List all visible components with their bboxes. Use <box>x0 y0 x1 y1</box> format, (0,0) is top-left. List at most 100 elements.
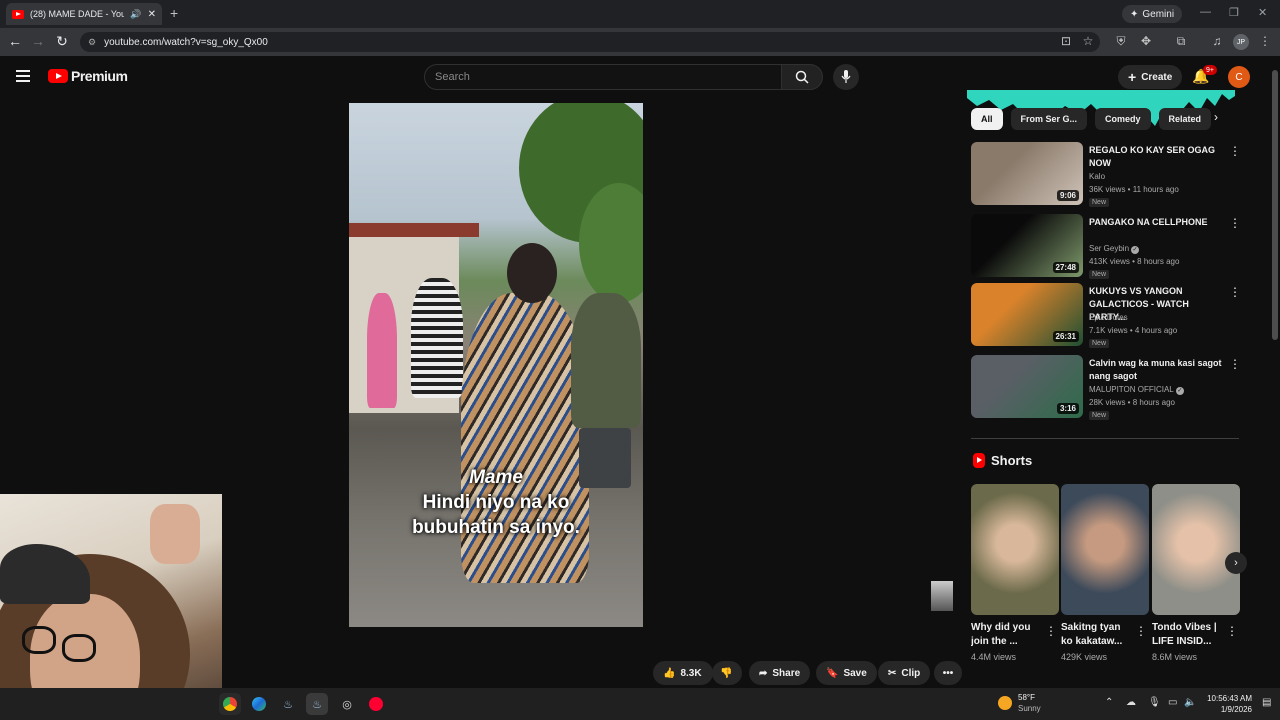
onedrive-cloud-icon[interactable]: ☁ <box>1126 697 1136 708</box>
dislike-button[interactable]: 👎 <box>712 661 742 685</box>
microphone-tray-icon[interactable]: 🎙 <box>1148 697 1161 708</box>
address-bar[interactable]: ⚙ youtube.com/watch?v=sg_oky_Qx00 <box>80 32 1100 52</box>
video-thumbnail[interactable]: 26:31 <box>971 283 1083 346</box>
more-vertical-icon[interactable]: ⋮ <box>1229 144 1241 158</box>
webcam-glasses-right <box>62 634 96 662</box>
shield-extension-icon[interactable]: ⛨ <box>1113 34 1129 49</box>
search-button[interactable] <box>781 64 823 90</box>
tray-overflow-icon[interactable]: ⌃ <box>1105 697 1113 708</box>
close-tab-icon[interactable]: ✕ <box>148 9 156 20</box>
video-channel[interactable]: Ser Geybin ✓ <box>1089 244 1140 254</box>
more-vertical-icon[interactable]: ⋮ <box>1045 624 1057 638</box>
forward-icon[interactable]: → <box>29 33 47 49</box>
notification-center-icon[interactable]: ▤ <box>1262 697 1271 708</box>
plus-icon: + <box>1128 69 1137 85</box>
video-title[interactable]: PANGAKO NA CELLPHONE <box>1089 216 1227 229</box>
system-clock[interactable]: 10:56:43 AM 1/9/2026 <box>1200 693 1252 715</box>
like-button[interactable]: 👍 8.3K <box>653 661 713 685</box>
short-card[interactable]: Why did you join the ... 4.4M views ⋮ <box>971 484 1059 662</box>
page-scrollbar[interactable] <box>1270 58 1280 688</box>
browser-tab[interactable]: (28) MAME DADE - YouTube 🔊 ✕ <box>6 3 162 25</box>
tab-search-icon[interactable]: ⧉ <box>1173 34 1189 49</box>
chrome-app-icon[interactable] <box>219 693 241 715</box>
short-thumbnail[interactable] <box>971 484 1059 615</box>
channel-thumbnail[interactable] <box>931 581 953 611</box>
related-video[interactable]: 27:48 PANGAKO NA CELLPHONE Ser Geybin ✓ 4… <box>971 214 1241 279</box>
chip-from-channel[interactable]: From Ser G... <box>1010 108 1088 130</box>
video-channel[interactable]: Epic Dotes <box>1089 313 1128 322</box>
share-arrow-icon: ➦ <box>759 667 768 679</box>
reload-icon[interactable]: ↻ <box>53 33 71 50</box>
short-views: 4.4M views <box>971 652 1017 662</box>
account-avatar[interactable]: C <box>1228 66 1250 88</box>
more-vertical-icon[interactable]: ⋮ <box>1135 624 1147 638</box>
browser-menu-icon[interactable]: ⋮ <box>1257 34 1273 48</box>
video-player[interactable]: Mame Hindi niyo na ko bubuhatin sa inyo. <box>349 103 643 627</box>
caption-line: Hindi niyo na ko <box>422 492 570 513</box>
youtube-premium-logo[interactable]: Premium <box>48 68 128 84</box>
video-title[interactable]: Calvin wag ka muna kasi sagot nang sagot <box>1089 357 1227 383</box>
extensions-puzzle-icon[interactable]: ✥ <box>1138 34 1154 48</box>
more-vertical-icon[interactable]: ⋮ <box>1226 624 1238 638</box>
video-title[interactable]: REGALO KO KAY SER OGAG NOW <box>1089 144 1227 170</box>
gemini-button[interactable]: ✦ Gemini <box>1122 5 1183 23</box>
close-window-icon[interactable]: ✕ <box>1258 6 1267 19</box>
search-input[interactable]: Search <box>424 64 782 90</box>
chevron-right-icon[interactable]: › <box>1214 110 1218 124</box>
install-app-icon[interactable]: ⊡ <box>1058 34 1074 48</box>
new-tab-button[interactable]: + <box>170 5 178 21</box>
short-thumbnail[interactable] <box>1061 484 1149 615</box>
short-title[interactable]: Tondo Vibes | LIFE INSID... <box>1152 621 1222 649</box>
short-thumbnail[interactable] <box>1152 484 1240 615</box>
save-button[interactable]: 🔖 Save <box>816 661 877 685</box>
voice-search-button[interactable] <box>833 64 859 90</box>
related-video[interactable]: 9:06 REGALO KO KAY SER OGAG NOW Kalo 36K… <box>971 142 1241 207</box>
short-title[interactable]: Why did you join the ... <box>971 621 1041 649</box>
url-text: youtube.com/watch?v=sg_oky_Qx00 <box>104 36 268 48</box>
steam-app-icon[interactable]: ♨ <box>277 693 299 715</box>
browser-toolbar: ← → ↻ ⚙ youtube.com/watch?v=sg_oky_Qx00 … <box>0 28 1280 56</box>
video-thumbnail[interactable]: 27:48 <box>971 214 1083 277</box>
chip-comedy[interactable]: Comedy <box>1095 108 1151 130</box>
related-video[interactable]: 26:31 KUKUYS VS YANGON GALACTICOS - WATC… <box>971 283 1241 348</box>
more-vertical-icon[interactable]: ⋮ <box>1229 357 1241 371</box>
more-vertical-icon[interactable]: ⋮ <box>1229 216 1241 230</box>
site-info-icon[interactable]: ⚙ <box>88 37 96 48</box>
related-video[interactable]: 3:16 Calvin wag ka muna kasi sagot nang … <box>971 355 1241 420</box>
more-vertical-icon[interactable]: ⋮ <box>1229 285 1241 299</box>
speaker-icon[interactable]: 🔊 <box>130 9 141 20</box>
more-actions-button[interactable]: ••• <box>934 661 962 685</box>
back-icon[interactable]: ← <box>6 33 24 49</box>
scrollbar-thumb[interactable] <box>1272 70 1278 340</box>
clip-button[interactable]: ✂ Clip <box>878 661 931 685</box>
tab-title: (28) MAME DADE - YouTube <box>30 9 125 19</box>
video-roof <box>349 223 479 237</box>
youtube-music-app-icon[interactable] <box>365 693 387 715</box>
bookmark-star-icon[interactable]: ☆ <box>1080 34 1096 48</box>
steam-active-app-icon[interactable]: ♨ <box>306 693 328 715</box>
display-icon[interactable]: ▭ <box>1168 697 1177 708</box>
short-card[interactable]: Tondo Vibes | LIFE INSID... 8.6M views ⋮ <box>1152 484 1240 662</box>
shorts-next-button[interactable]: › <box>1225 552 1247 574</box>
media-controls-icon[interactable]: ♫ <box>1209 34 1225 48</box>
video-channel[interactable]: Kalo <box>1089 172 1105 181</box>
new-badge: New <box>1089 339 1110 348</box>
video-thumbnail[interactable]: 9:06 <box>971 142 1083 205</box>
chip-all[interactable]: All <box>971 108 1003 130</box>
share-button[interactable]: ➦ Share <box>749 661 811 685</box>
short-card[interactable]: Sakitng tyan ko kakataw... 429K views ⋮ <box>1061 484 1149 662</box>
minimize-icon[interactable]: — <box>1200 6 1211 18</box>
channel-name: Epic Dotes <box>1089 313 1128 322</box>
recording-app-icon[interactable]: ◎ <box>336 693 358 715</box>
video-thumbnail[interactable]: 3:16 <box>971 355 1083 418</box>
weather-widget[interactable]: 58°F Sunny <box>998 692 1041 714</box>
hamburger-menu-icon[interactable] <box>16 70 30 82</box>
browser-profile-avatar[interactable]: JP <box>1233 34 1249 50</box>
video-channel[interactable]: MALUPITON OFFICIAL ✓ <box>1089 385 1184 395</box>
edge-app-icon[interactable] <box>248 693 270 715</box>
short-title[interactable]: Sakitng tyan ko kakataw... <box>1061 621 1131 649</box>
volume-icon[interactable]: 🔈 <box>1184 697 1196 708</box>
restore-icon[interactable]: ❐ <box>1229 6 1239 19</box>
chip-related[interactable]: Related <box>1158 108 1212 130</box>
bookmark-icon: 🔖 <box>826 667 839 679</box>
